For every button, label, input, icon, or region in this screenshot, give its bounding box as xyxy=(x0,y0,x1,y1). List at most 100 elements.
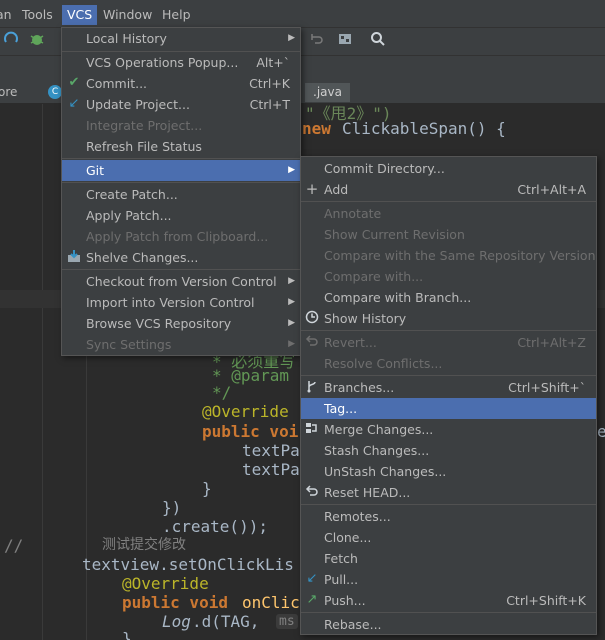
menu-item-revert: Revert... Ctrl+Alt+Z xyxy=(301,332,596,353)
menu-item-remotes[interactable]: Remotes... xyxy=(301,506,596,527)
submenu-arrow-icon: ▶ xyxy=(288,318,295,328)
code-line: textPa xyxy=(242,441,300,460)
code-line: Log xyxy=(162,612,191,631)
submenu-arrow-icon: ▶ xyxy=(288,297,295,307)
code-line: .create()); xyxy=(162,517,268,536)
code-line: .d(TAG, xyxy=(192,612,260,631)
menu-item-update-project[interactable]: ↙ Update Project... Ctrl+T xyxy=(62,94,300,115)
submenu-arrow-icon: ▶ xyxy=(288,33,295,43)
shelve-icon xyxy=(66,249,82,265)
menu-item-shelve-changes[interactable]: Shelve Changes... xyxy=(62,247,300,268)
menu-separator xyxy=(301,612,596,613)
update-arrow-icon: ↙ xyxy=(68,96,80,111)
merge-icon xyxy=(304,421,320,437)
menu-item-reset-head[interactable]: Reset HEAD... xyxy=(301,482,596,503)
code-comment: */ xyxy=(212,383,232,402)
menu-item-browse-repository[interactable]: Browse VCS Repository ▶ xyxy=(62,313,300,334)
undo-icon[interactable] xyxy=(305,31,327,53)
menu-separator xyxy=(301,330,596,331)
code-annotation: @Override xyxy=(122,574,209,593)
menu-item-unstash-changes[interactable]: UnStash Changes... xyxy=(301,461,596,482)
menu-item-compare-with-branch[interactable]: Compare with Branch... xyxy=(301,287,596,308)
search-icon[interactable] xyxy=(367,31,389,53)
git-submenu: Commit Directory... + Add Ctrl+Alt+A Annot… xyxy=(300,156,597,635)
gutter-divider xyxy=(42,104,43,640)
code-method: onClic xyxy=(242,593,300,612)
project-structure-icon[interactable] xyxy=(334,31,356,53)
menu-item-create-patch[interactable]: Create Patch... xyxy=(62,184,300,205)
submenu-arrow-icon: ▶ xyxy=(288,339,295,349)
code-line: }) xyxy=(162,498,182,517)
checkmark-icon: ✔ xyxy=(68,75,80,90)
branch-icon xyxy=(304,379,320,395)
revert-icon xyxy=(304,334,320,350)
code-keyword: public voi xyxy=(202,422,299,441)
submenu-arrow-icon: ▶ xyxy=(288,276,295,286)
sync-icon[interactable] xyxy=(0,31,22,53)
menu-item-fetch[interactable]: Fetch xyxy=(301,548,596,569)
bug-icon[interactable] xyxy=(26,31,48,53)
code-comment: 测试提交修改 xyxy=(102,537,186,553)
menu-item-push[interactable]: ↗ Push... Ctrl+Shift+K xyxy=(301,590,596,611)
menu-item-apply-patch-clipboard: Apply Patch from Clipboard... xyxy=(86,229,269,244)
code-line: textPa xyxy=(242,460,300,479)
menu-item-vcs-operations-popup[interactable]: VCS Operations Popup... Alt+` xyxy=(62,52,300,73)
menu-file[interactable]: an xyxy=(0,5,14,25)
menu-separator xyxy=(301,201,596,202)
code-keyword: public void xyxy=(122,593,228,612)
menu-item-stash-changes[interactable]: Stash Changes... xyxy=(301,440,596,461)
menu-item-local-history[interactable]: Local History ▶ xyxy=(62,28,300,49)
menu-item-merge-changes[interactable]: Merge Changes... xyxy=(301,419,596,440)
menu-item-checkout[interactable]: Checkout from Version Control ▶ xyxy=(62,271,300,292)
menu-item-sync-settings: Sync Settings ▶ xyxy=(62,334,300,355)
code-param-hint: ms xyxy=(276,614,298,629)
menu-separator xyxy=(62,158,300,159)
indent-guide xyxy=(86,354,87,640)
class-c-icon: C xyxy=(48,85,62,99)
menu-item-commit[interactable]: ✔ Commit... Ctrl+K xyxy=(62,73,300,94)
menu-item-integrate-project: Integrate Project... xyxy=(86,118,203,133)
pull-arrow-icon: ↙ xyxy=(306,571,318,586)
menu-separator xyxy=(301,504,596,505)
menu-separator xyxy=(62,269,300,270)
menu-vcs[interactable]: VCS xyxy=(62,5,98,25)
plus-icon: + xyxy=(305,180,319,198)
clock-icon xyxy=(304,310,320,326)
menu-item-show-current-revision: Show Current Revision xyxy=(324,227,465,242)
menu-item-show-history[interactable]: Show History xyxy=(301,308,596,329)
code-line: textview.setOnClickLis xyxy=(82,555,294,574)
menu-item-tag[interactable]: Tag... xyxy=(301,398,596,419)
menu-item-annotate: Annotate xyxy=(324,206,382,221)
menu-item-apply-patch[interactable]: Apply Patch... xyxy=(62,205,300,226)
menu-item-git[interactable]: Git ▶ xyxy=(62,160,300,181)
code-comment: // xyxy=(4,536,24,555)
menu-separator xyxy=(62,182,300,183)
code-line: ClickableSpan() { xyxy=(342,119,506,138)
menu-item-commit-directory[interactable]: Commit Directory... xyxy=(301,158,596,179)
menu-item-clone[interactable]: Clone... xyxy=(301,527,596,548)
menu-item-resolve-conflicts: Resolve Conflicts... xyxy=(324,356,443,371)
menu-tools[interactable]: Tools xyxy=(20,5,55,25)
code-annotation: @Override xyxy=(202,402,289,421)
code-line: ex xyxy=(597,422,605,441)
menu-item-refresh-file-status[interactable]: Refresh File Status xyxy=(62,136,300,157)
menu-separator xyxy=(301,375,596,376)
tab-active-file[interactable]: .java xyxy=(305,83,350,102)
menu-help[interactable]: Help xyxy=(160,5,193,25)
tab-left[interactable]: ore xyxy=(0,83,17,102)
reset-icon xyxy=(304,484,320,500)
menu-item-import[interactable]: Import into Version Control ▶ xyxy=(62,292,300,313)
code-line: } xyxy=(122,629,132,640)
code-keyword: new xyxy=(302,119,331,138)
menu-window[interactable]: Window xyxy=(101,5,154,25)
menu-item-pull[interactable]: ↙ Pull... xyxy=(301,569,596,590)
submenu-arrow-icon: ▶ xyxy=(288,165,295,175)
menu-item-add[interactable]: + Add Ctrl+Alt+A xyxy=(301,179,596,200)
menu-item-compare-with: Compare with... xyxy=(324,269,424,284)
menu-item-rebase[interactable]: Rebase... xyxy=(301,614,596,635)
menu-bar: an Tools VCS Window Help xyxy=(0,0,605,28)
code-line: } xyxy=(202,479,212,498)
push-arrow-icon: ↗ xyxy=(306,592,318,607)
menu-item-compare-same-repo: Compare with the Same Repository Version xyxy=(324,248,596,263)
menu-item-branches[interactable]: Branches... Ctrl+Shift+` xyxy=(301,377,596,398)
